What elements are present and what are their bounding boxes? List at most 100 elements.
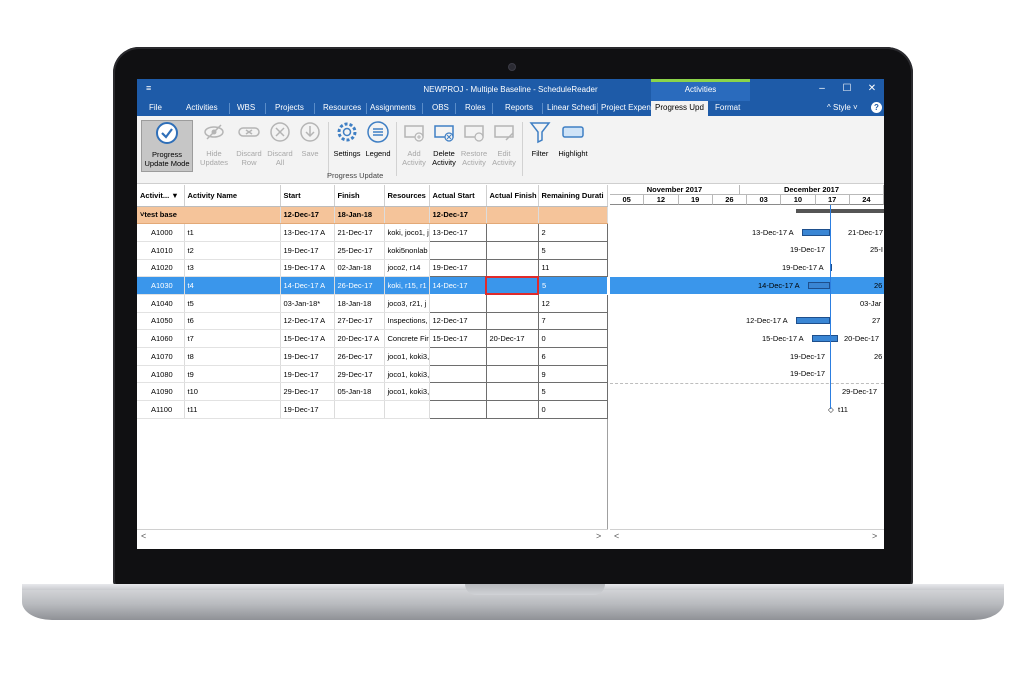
add-activity-button[interactable]: Add Activity: [397, 120, 431, 167]
column-header-finish[interactable]: Finish: [334, 185, 385, 207]
actual-finish-cell[interactable]: [485, 258, 539, 278]
table-row[interactable]: A1060 t7 15-Dec-17 A 20-Dec-17 A Concrete Fi…: [137, 329, 608, 348]
menu-file[interactable]: File: [149, 103, 162, 112]
column-header-activity-name[interactable]: Activity Name: [184, 185, 281, 207]
remaining-duration-cell[interactable]: 5: [537, 240, 608, 260]
gantt-row[interactable]: 12-Dec-17 A 27: [610, 312, 884, 330]
sort-arrow-icon[interactable]: ▼: [171, 191, 178, 200]
remaining-duration-cell[interactable]: 6: [537, 347, 608, 366]
gantt-horizontal-scrollbar[interactable]: < >: [610, 529, 884, 543]
gantt-row[interactable]: 19-Dec-17: [610, 365, 884, 383]
menu-linear-schedule[interactable]: Linear Schedi: [547, 103, 596, 112]
discard-row-button[interactable]: Discard Row: [232, 120, 266, 167]
actual-start-cell[interactable]: [428, 400, 487, 419]
save-button[interactable]: Save: [293, 120, 327, 158]
scroll-right-arrow-icon[interactable]: >: [596, 531, 601, 541]
progress-update-mode-button[interactable]: Progress Update Mode: [141, 120, 193, 172]
actual-finish-cell[interactable]: [485, 311, 539, 331]
actual-start-cell[interactable]: 19-Dec-17: [428, 258, 487, 278]
menu-roles[interactable]: Roles: [465, 103, 485, 112]
column-header-resources[interactable]: Resources: [384, 185, 430, 207]
hide-updates-button[interactable]: Hide Updates: [197, 120, 231, 167]
menu-obs[interactable]: OBS: [432, 103, 449, 112]
table-row[interactable]: A1100 t11 19-Dec-17 0: [137, 400, 608, 419]
actual-finish-cell[interactable]: [485, 293, 539, 313]
actual-finish-cell[interactable]: [485, 275, 539, 296]
remaining-duration-cell[interactable]: 12: [537, 293, 608, 313]
table-row[interactable]: A1080 t9 19-Dec-17 29-Dec-17 joco1, koki3, 9: [137, 364, 608, 384]
menu-project-expenses[interactable]: Project Expen: [601, 103, 651, 112]
table-row[interactable]: A1010 t2 19-Dec-17 25-Dec-17 koki5nonlab 5: [137, 240, 608, 260]
settings-button[interactable]: Settings: [330, 120, 364, 158]
menu-reports[interactable]: Reports: [505, 103, 533, 112]
menu-projects[interactable]: Projects: [275, 103, 304, 112]
table-row[interactable]: A1050 t6 12-Dec-17 A 27-Dec-17 Inspections, 1…: [137, 311, 608, 331]
actual-finish-cell[interactable]: [485, 240, 539, 260]
actual-finish-cell[interactable]: [485, 382, 539, 402]
remaining-duration-cell[interactable]: 7: [537, 311, 608, 331]
menu-progress-update[interactable]: Progress Upd: [651, 101, 708, 116]
menu-resources[interactable]: Resources: [323, 103, 361, 112]
table-row[interactable]: A1040 t5 03-Jan-18* 18-Jan-18 joco3, r21, j 1…: [137, 293, 608, 313]
column-header-start[interactable]: Start: [280, 185, 335, 207]
table-row[interactable]: A1000 t1 13-Dec-17 A 21-Dec-17 koki, joco1, …: [137, 223, 608, 242]
column-header-actual-finish[interactable]: Actual Finish: [486, 185, 539, 207]
scroll-right-arrow-icon[interactable]: >: [872, 531, 877, 541]
close-button[interactable]: ✕: [865, 83, 879, 94]
actual-finish-cell[interactable]: 20-Dec-17: [485, 329, 539, 348]
gantt-row[interactable]: 03-Jar: [610, 295, 884, 313]
scroll-left-arrow-icon[interactable]: <: [141, 531, 146, 541]
gantt-bar[interactable]: [808, 281, 830, 289]
gantt-row[interactable]: 19-Dec-17 25-I: [610, 241, 884, 259]
gantt-row[interactable]: 19-Dec-17 26: [610, 348, 884, 366]
edit-activity-button[interactable]: Edit Activity: [487, 120, 521, 167]
menu-assignments[interactable]: Assignments: [370, 103, 416, 112]
actual-start-cell[interactable]: 12-Dec-17: [428, 311, 487, 331]
menu-wbs[interactable]: WBS: [237, 103, 255, 112]
remaining-duration-cell[interactable]: 9: [537, 364, 608, 384]
minimize-button[interactable]: –: [815, 83, 829, 94]
actual-start-cell[interactable]: [428, 240, 487, 260]
grid-horizontal-scrollbar[interactable]: < >: [137, 529, 608, 543]
gantt-row[interactable]: 14-Dec-17 A 26: [610, 276, 884, 295]
remaining-duration-cell[interactable]: 5: [537, 382, 608, 402]
remaining-duration-cell[interactable]: 0: [537, 400, 608, 419]
table-row[interactable]: A1020 t3 19-Dec-17 A 02-Jan-18 joco2, r14 19-…: [137, 258, 608, 278]
actual-start-cell[interactable]: 14-Dec-17: [428, 276, 487, 295]
actual-start-cell[interactable]: [428, 382, 487, 402]
remaining-duration-cell[interactable]: 2: [537, 223, 608, 242]
actual-finish-cell[interactable]: [485, 364, 539, 384]
actual-start-cell[interactable]: [428, 364, 487, 384]
actual-start-cell[interactable]: [428, 347, 487, 366]
legend-button[interactable]: Legend: [361, 120, 395, 158]
help-icon[interactable]: ?: [871, 102, 882, 113]
group-row[interactable]: ˅test base 12-Dec-17 18-Jan-18 12-Dec-17: [137, 206, 608, 225]
filter-button[interactable]: Filter: [523, 120, 557, 158]
table-row[interactable]: A1090 t10 29-Dec-17 05-Jan-18 joco1, koki3, 5: [137, 382, 608, 402]
table-row[interactable]: A1070 t8 19-Dec-17 26-Dec-17 joco1, koki3, 6: [137, 347, 608, 366]
discard-all-button[interactable]: Discard All: [263, 120, 297, 167]
actual-finish-cell[interactable]: [485, 347, 539, 366]
table-row[interactable]: A1030 t4 14-Dec-17 A 26-Dec-17 koki, r15, r1…: [137, 275, 608, 296]
gantt-row[interactable]: 29-Dec-17: [610, 383, 884, 401]
gantt-bar[interactable]: [802, 228, 830, 236]
column-header-remaining-duration[interactable]: Remaining Durati: [538, 185, 608, 207]
actual-start-cell[interactable]: 15-Dec-17: [428, 329, 487, 348]
menu-activities[interactable]: Activities: [186, 103, 218, 112]
gantt-bar[interactable]: [796, 317, 830, 325]
gantt-row[interactable]: ◇ t11: [610, 401, 884, 419]
delete-activity-button[interactable]: Delete Activity: [427, 120, 461, 167]
scroll-left-arrow-icon[interactable]: <: [614, 531, 619, 541]
menu-format[interactable]: Format: [715, 103, 740, 112]
actual-finish-cell[interactable]: [485, 223, 539, 242]
remaining-duration-cell[interactable]: 11: [537, 258, 608, 278]
actual-finish-cell[interactable]: [485, 400, 539, 419]
gantt-bar[interactable]: [812, 334, 838, 342]
restore-activity-button[interactable]: Restore Activity: [457, 120, 491, 167]
column-header-actual-start[interactable]: Actual Start: [429, 185, 487, 207]
gantt-row[interactable]: 15-Dec-17 A 20-Dec-17: [610, 330, 884, 348]
remaining-duration-cell[interactable]: 0: [537, 329, 608, 348]
actual-start-cell[interactable]: 13-Dec-17: [428, 223, 487, 242]
actual-start-cell[interactable]: [428, 293, 487, 313]
column-header-activity-id[interactable]: Activit... ▼: [137, 185, 185, 207]
